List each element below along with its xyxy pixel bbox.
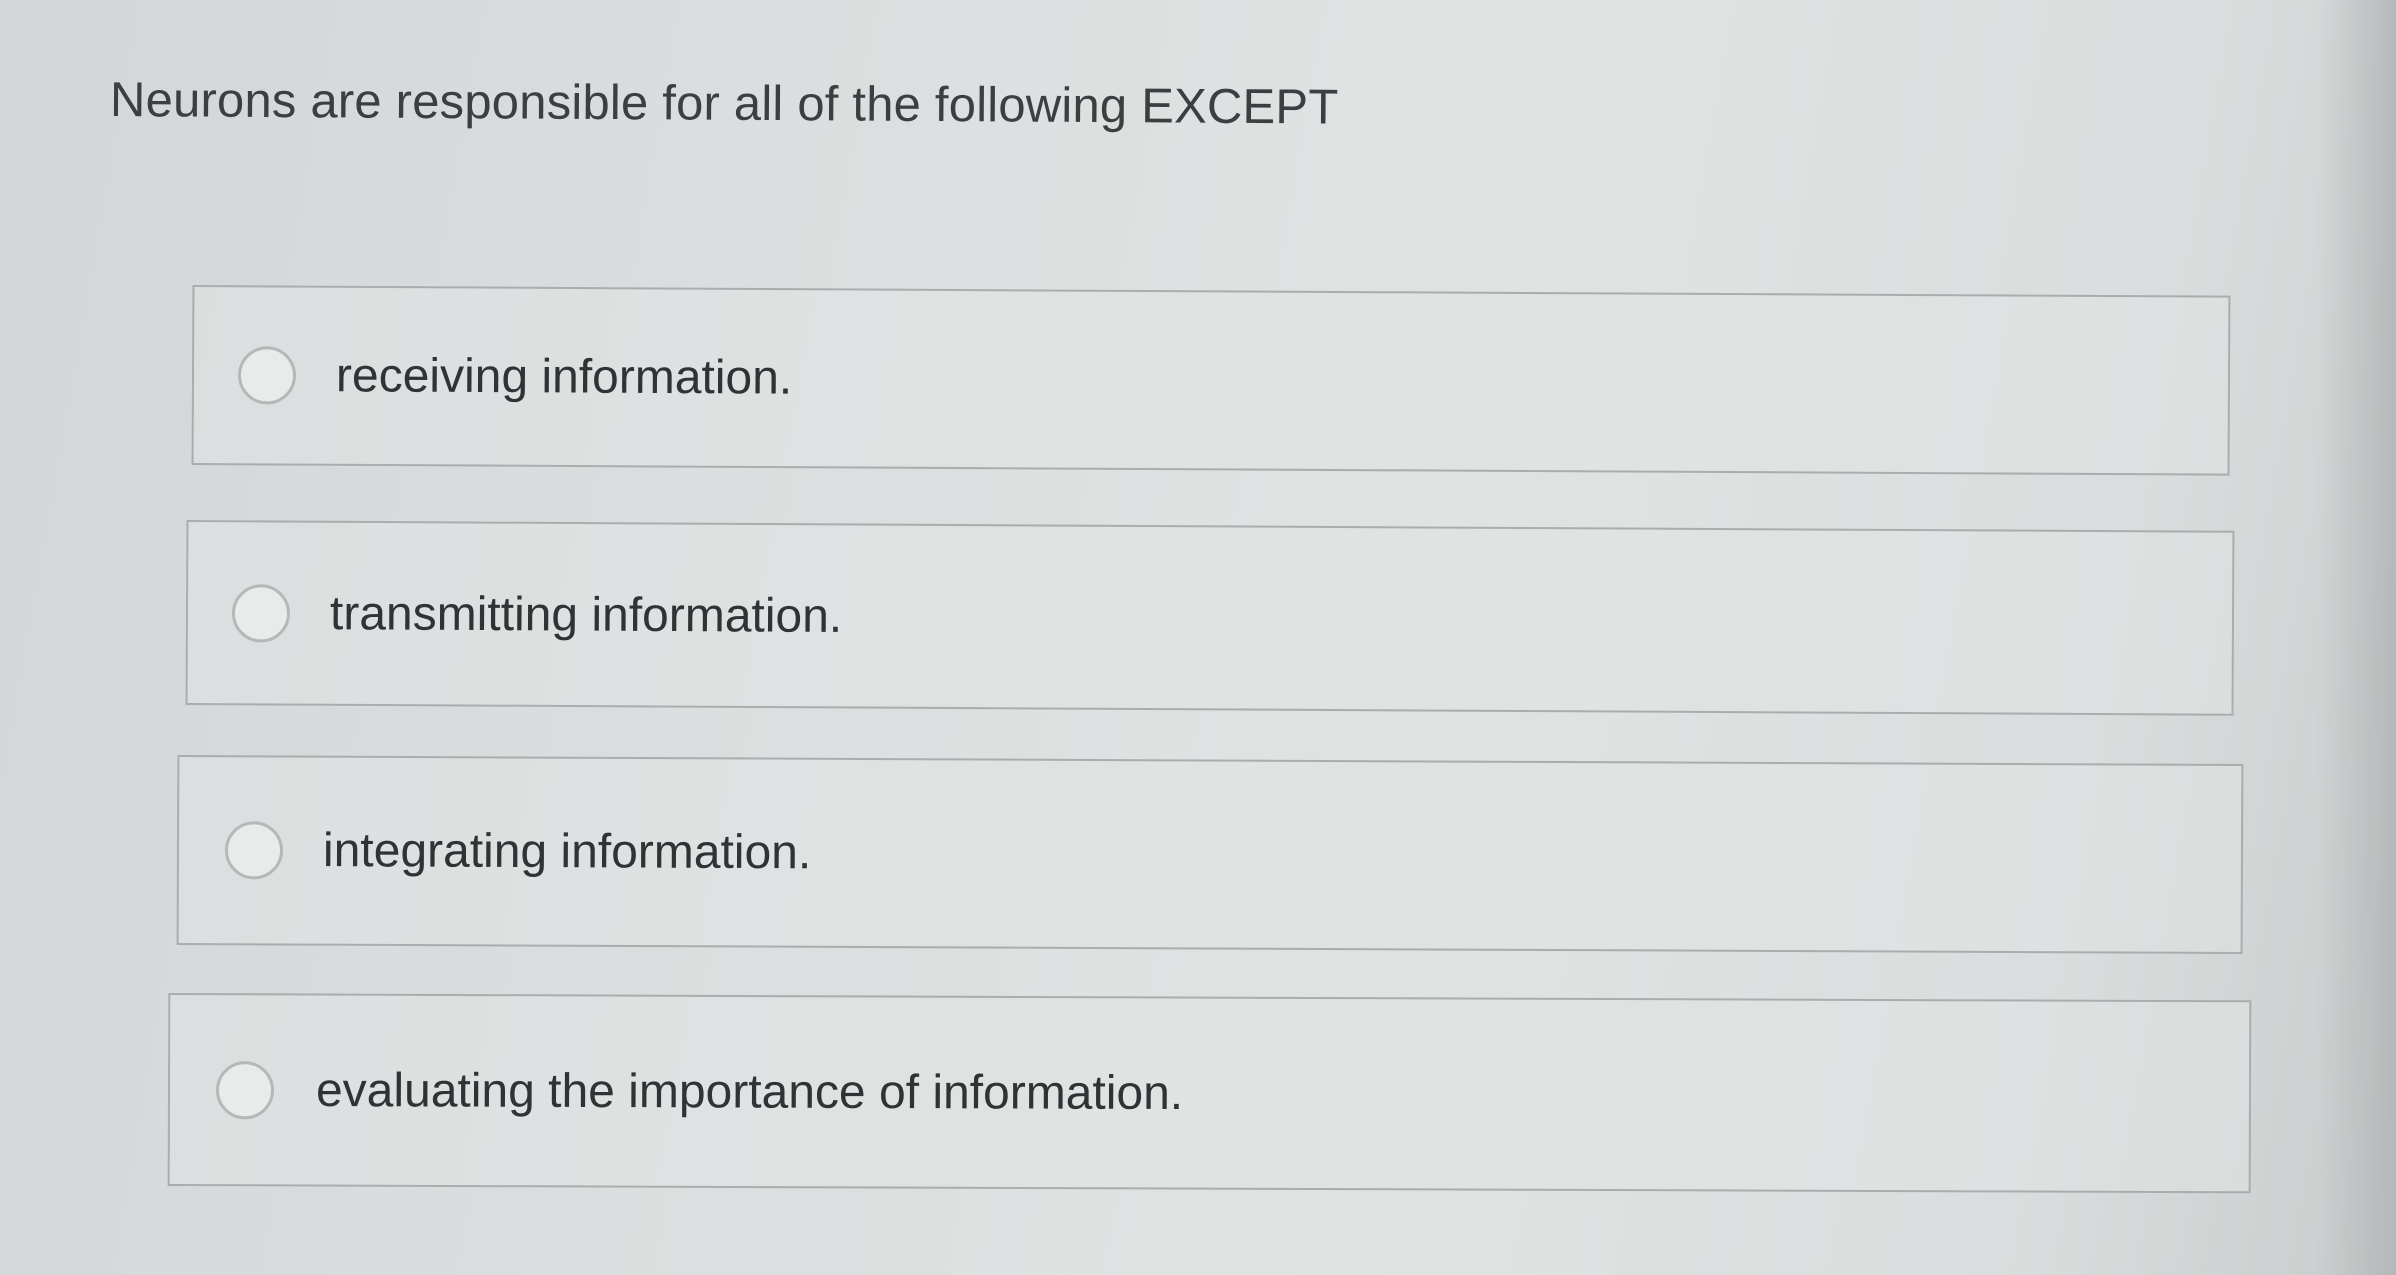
- choice-option-2[interactable]: transmitting information.: [185, 520, 2235, 716]
- choice-option-3[interactable]: integrating information.: [176, 755, 2244, 955]
- choice-label: receiving information.: [335, 349, 793, 405]
- radio-button-icon[interactable]: [231, 583, 291, 643]
- radio-button-icon[interactable]: [224, 821, 284, 880]
- radio-button-icon[interactable]: [215, 1060, 275, 1119]
- choice-label: transmitting information.: [329, 586, 843, 643]
- choice-label: integrating information.: [322, 824, 812, 880]
- choice-option-4[interactable]: evaluating the importance of information…: [167, 993, 2252, 1194]
- choice-label: evaluating the importance of information…: [315, 1063, 1184, 1120]
- choice-option-1[interactable]: receiving information.: [191, 285, 2231, 476]
- radio-button-icon[interactable]: [237, 346, 297, 405]
- answer-choices: receiving information. transmitting info…: [0, 0, 2396, 1275]
